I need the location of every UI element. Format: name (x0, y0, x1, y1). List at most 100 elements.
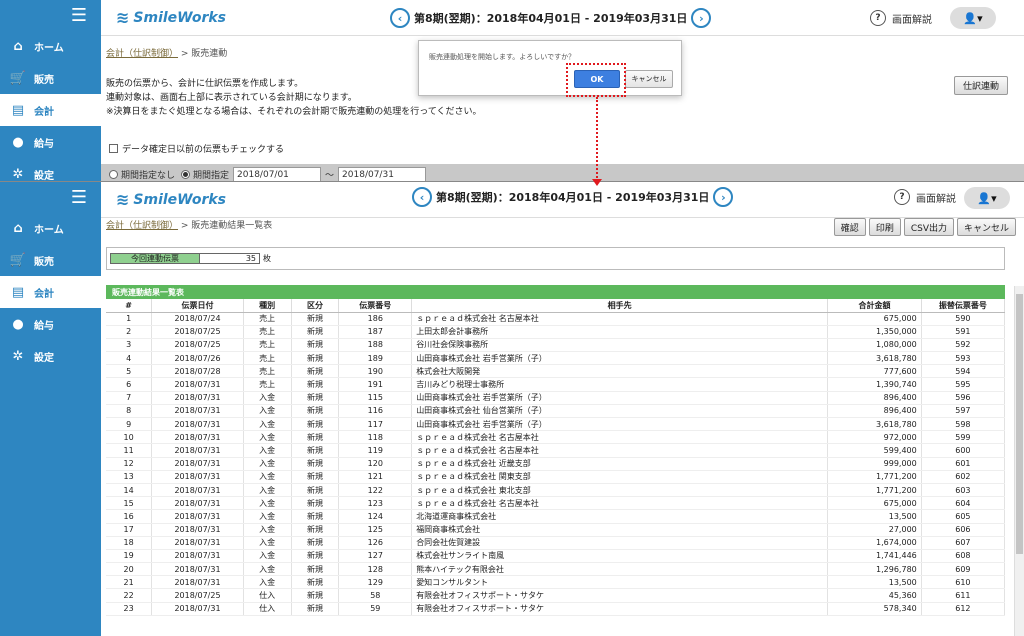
ledger-icon: ▤ (11, 284, 25, 300)
print-button[interactable]: 印刷 (868, 218, 901, 236)
scrollbar-thumb[interactable] (1016, 294, 1023, 554)
table-cell: 126 (338, 536, 413, 550)
table-cell: 120 (338, 457, 413, 471)
table-cell: 5 (106, 364, 153, 379)
table-row[interactable]: 15 2018/07/31 入金 新規 123 ｓｐｒｅａｄ株式会社 名古屋本社 675,0… (106, 496, 1006, 511)
next-period-icon[interactable]: › (713, 187, 734, 207)
vertical-scrollbar[interactable] (1014, 286, 1024, 636)
sidebar-item-settings[interactable]: ✲ 設定 (0, 340, 101, 372)
confirm-date-checkbox[interactable]: データ確定日以前の伝票もチェックする (109, 142, 284, 155)
table-row[interactable]: 19 2018/07/31 入金 新規 127 株式会社サンライト南風 1,741,446 6… (106, 549, 1006, 564)
sidebar-item-payroll[interactable]: ● 給与 (0, 308, 101, 340)
link-journal-button[interactable]: 仕訳連動 (954, 76, 1008, 95)
table-row[interactable]: 10 2018/07/31 入金 新規 118 ｓｐｒｅａｄ株式会社 名古屋本社 972,0… (106, 430, 1006, 445)
table-cell: 12 (106, 457, 153, 471)
sidebar-item-home[interactable]: ⌂ ホーム (0, 30, 101, 62)
sidebar-item-sales[interactable]: 🛒 販売 (0, 244, 101, 276)
table-cell: 7 (106, 391, 153, 405)
next-period-icon[interactable]: › (691, 8, 712, 28)
breadcrumb: 会計（仕訳制御） > 販売連動結果一覧表 (106, 221, 273, 231)
sidebar-item-payroll[interactable]: ● 給与 (0, 126, 101, 158)
table-cell: 59 (338, 602, 413, 616)
table-row[interactable]: 17 2018/07/31 入金 新規 125 福岡商事株式会社 27,000 606 (106, 523, 1006, 537)
table-cell: 入金 (243, 496, 292, 511)
table-row[interactable]: 14 2018/07/31 入金 新規 122 ｓｐｒｅａｄ株式会社 東北支部 1,771,… (106, 483, 1006, 498)
table-row[interactable]: 7 2018/07/31 入金 新規 115 山田商事株式会社 岩手営業所（子） 896,4… (106, 391, 1006, 405)
grid-title: 販売連動結果一覧表 (106, 285, 1005, 299)
table-cell: 2018/07/31 (151, 496, 244, 511)
prev-period-icon[interactable]: ‹ (390, 8, 410, 28)
table-cell: 2018/07/31 (151, 549, 244, 564)
period-text: 第8期(翌期)：2018年04月01日 - 2019年03月31日 (414, 12, 688, 25)
radio-no-period[interactable] (109, 170, 118, 179)
table-cell: 22 (106, 588, 153, 603)
table-row[interactable]: 8 2018/07/31 入金 新規 116 山田商事株式会社 仙台営業所（子） 896,4… (106, 404, 1006, 419)
sidebar-item-accounting[interactable]: ▤ 会計 (0, 276, 101, 308)
table-row[interactable]: 9 2018/07/31 入金 新規 117 山田商事株式会社 岩手営業所（子） 3,618… (106, 417, 1006, 432)
table-cell: 入金 (243, 457, 292, 471)
user-menu-button[interactable]: 👤▾ (964, 187, 1010, 209)
table-row[interactable]: 2 2018/07/25 売上 新規 187 上田太郎会計事務所 1,350,000 591 (106, 325, 1006, 339)
sidebar-item-accounting[interactable]: ▤ 会計 (0, 94, 101, 126)
table-cell: 2018/07/26 (151, 351, 244, 366)
help-link[interactable]: ? 画面解説 (894, 189, 956, 205)
csv-export-button[interactable]: CSV出力 (903, 218, 954, 236)
table-cell: 入金 (243, 509, 292, 524)
table-row[interactable]: 16 2018/07/31 入金 新規 124 北海道運商事株式会社 13,500 605 (106, 509, 1006, 524)
table-cell: 谷川社会保険事務所 (411, 338, 829, 353)
breadcrumb-link[interactable]: 会計（仕訳制御） (106, 49, 178, 59)
table-cell: 127 (338, 549, 413, 564)
gear-icon: ✲ (12, 166, 24, 182)
table-cell: 605 (921, 509, 1006, 524)
help-link[interactable]: ? 画面解説 (870, 10, 932, 26)
table-cell: 1,771,200 (827, 470, 922, 484)
table-row[interactable]: 5 2018/07/28 売上 新規 190 株式会社大阪開発 777,600 594 (106, 364, 1006, 379)
table-cell: 1,674,000 (827, 536, 922, 550)
radio-period[interactable] (181, 170, 191, 179)
table-row[interactable]: 12 2018/07/31 入金 新規 120 ｓｐｒｅａｄ株式会社 近畿支部 999,00… (106, 457, 1006, 471)
table-row[interactable]: 1 2018/07/24 売上 新規 186 ｓｐｒｅａｄ株式会社 名古屋本社 675,00… (106, 312, 1006, 326)
table-cell: 17 (106, 523, 153, 537)
table-cell: 山田商事株式会社 岩手営業所（子） (411, 417, 829, 432)
table-cell: 入金 (243, 417, 292, 432)
breadcrumb-link[interactable]: 会計（仕訳制御） (106, 221, 178, 231)
cancel-button[interactable]: キャンセル (956, 218, 1016, 236)
table-row[interactable]: 13 2018/07/31 入金 新規 121 ｓｐｒｅａｄ株式会社 関東支部 1,771,… (106, 470, 1006, 484)
checkbox[interactable] (109, 144, 118, 153)
table-row[interactable]: 4 2018/07/26 売上 新規 189 山田商事株式会社 岩手営業所（子） 3,618… (106, 351, 1006, 366)
table-cell: 186 (338, 312, 413, 326)
table-row[interactable]: 22 2018/07/25 仕入 新規 58 有限会社オフィスサポート・サタケ 45,360… (106, 588, 1006, 603)
home-icon: ⌂ (13, 38, 23, 54)
prev-period-icon[interactable]: ‹ (412, 187, 432, 207)
table-cell: 592 (921, 338, 1006, 353)
sidebar-item-home[interactable]: ⌂ ホーム (0, 212, 101, 244)
menu-icon[interactable]: ☰ (0, 0, 101, 30)
table-cell: 972,000 (827, 430, 922, 445)
table-row[interactable]: 18 2018/07/31 入金 新規 126 合同会社佐賀建設 1,674,000 607 (106, 536, 1006, 550)
table-row[interactable]: 11 2018/07/31 入金 新規 119 ｓｐｒｅａｄ株式会社 名古屋本社 599,4… (106, 443, 1006, 458)
logo-swirl-icon: ≋ (116, 8, 130, 27)
table-cell: 2018/07/31 (151, 575, 244, 590)
user-menu-button[interactable]: 👤▾ (950, 7, 996, 29)
table-row[interactable]: 20 2018/07/31 入金 新規 128 熊本ハイテック有限会社 1,296,780 6… (106, 562, 1006, 577)
table-row[interactable]: 6 2018/07/31 売上 新規 191 吉川みどり税理士事務所 1,390,740 59… (106, 377, 1006, 392)
table-row[interactable]: 21 2018/07/31 入金 新規 129 愛知コンサルタント 13,500 610 (106, 575, 1006, 590)
period-text: 第8期(翌期)：2018年04月01日 - 2019年03月31日 (436, 191, 710, 204)
table-cell: ｓｐｒｅａｄ株式会社 名古屋本社 (411, 443, 829, 458)
table-row[interactable]: 3 2018/07/25 売上 新規 188 谷川社会保険事務所 1,080,000 592 (106, 338, 1006, 353)
sidebar-item-sales[interactable]: 🛒 販売 (0, 62, 101, 94)
table-row[interactable]: 23 2018/07/31 仕入 新規 59 有限会社オフィスサポート・サタケ 578,34… (106, 602, 1006, 616)
table-cell: 58 (338, 588, 413, 603)
dialog-cancel-button[interactable]: キャンセル (625, 70, 673, 88)
period-selector: ‹ 第8期(翌期)：2018年04月01日 - 2019年03月31日 › (386, 8, 715, 28)
question-icon: ? (870, 10, 886, 26)
menu-icon[interactable]: ☰ (0, 182, 101, 212)
table-cell: 13,500 (827, 509, 922, 524)
table-cell: ｓｐｒｅａｄ株式会社 関東支部 (411, 470, 829, 484)
table-cell: 121 (338, 470, 413, 484)
table-cell: 16 (106, 509, 153, 524)
result-toolbar: 確認 印刷 CSV出力 キャンセル (833, 218, 1016, 236)
confirm-button[interactable]: 確認 (833, 218, 866, 236)
table-cell: 591 (921, 325, 1006, 339)
table-cell: 115 (338, 391, 413, 405)
